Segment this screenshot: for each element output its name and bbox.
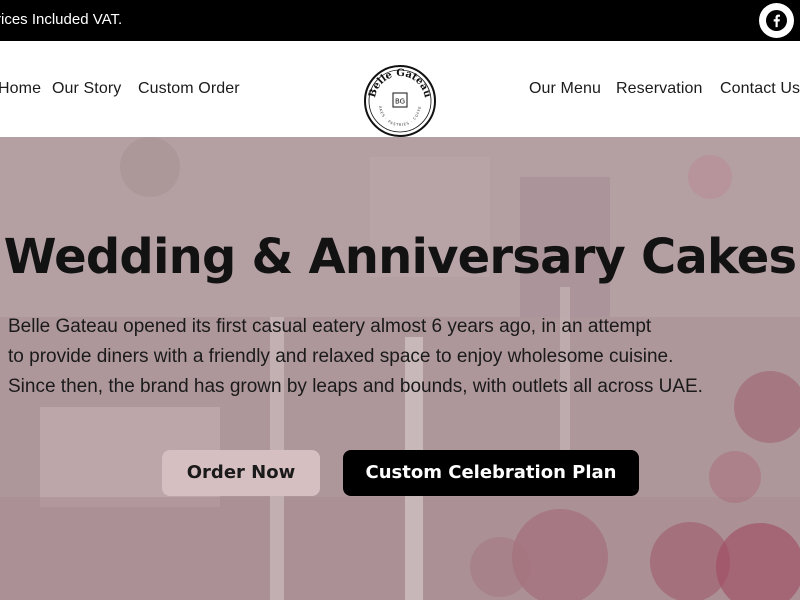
hero-title: Wedding & Anniversary Cakes [3, 229, 797, 285]
main-nav: Home Our Story Custom Order Belle Gateau… [0, 41, 800, 137]
nav-link-custom-order[interactable]: Custom Order [138, 80, 240, 98]
nav-link-our-menu[interactable]: Our Menu [529, 80, 601, 98]
logo-monogram: BG [395, 98, 405, 106]
facebook-icon[interactable] [759, 3, 794, 38]
nav-link-contact-us[interactable]: Contact Us [720, 80, 800, 98]
brand-logo[interactable]: Belle Gateau BG CAKES · PASTRIES · COFFE… [364, 65, 436, 137]
nav-link-our-story[interactable]: Our Story [52, 80, 121, 98]
hero-section: Wedding & Anniversary Cakes Belle Gateau… [0, 137, 800, 600]
custom-celebration-plan-button[interactable]: Custom Celebration Plan [343, 450, 639, 496]
hero-description-line: to provide diners with a friendly and re… [8, 346, 674, 367]
nav-link-home[interactable]: Home [0, 80, 41, 98]
announcement-text: Prices Included VAT. [0, 11, 123, 28]
hero-description-line: Since then, the brand has grown by leaps… [8, 376, 703, 397]
hero-description-line: Belle Gateau opened its first casual eat… [8, 316, 652, 337]
order-now-button[interactable]: Order Now [162, 450, 320, 496]
announcement-bar: Prices Included VAT. [0, 0, 800, 41]
nav-link-reservation[interactable]: Reservation [616, 80, 702, 98]
hero-description: Belle Gateau opened its first casual eat… [8, 312, 800, 402]
